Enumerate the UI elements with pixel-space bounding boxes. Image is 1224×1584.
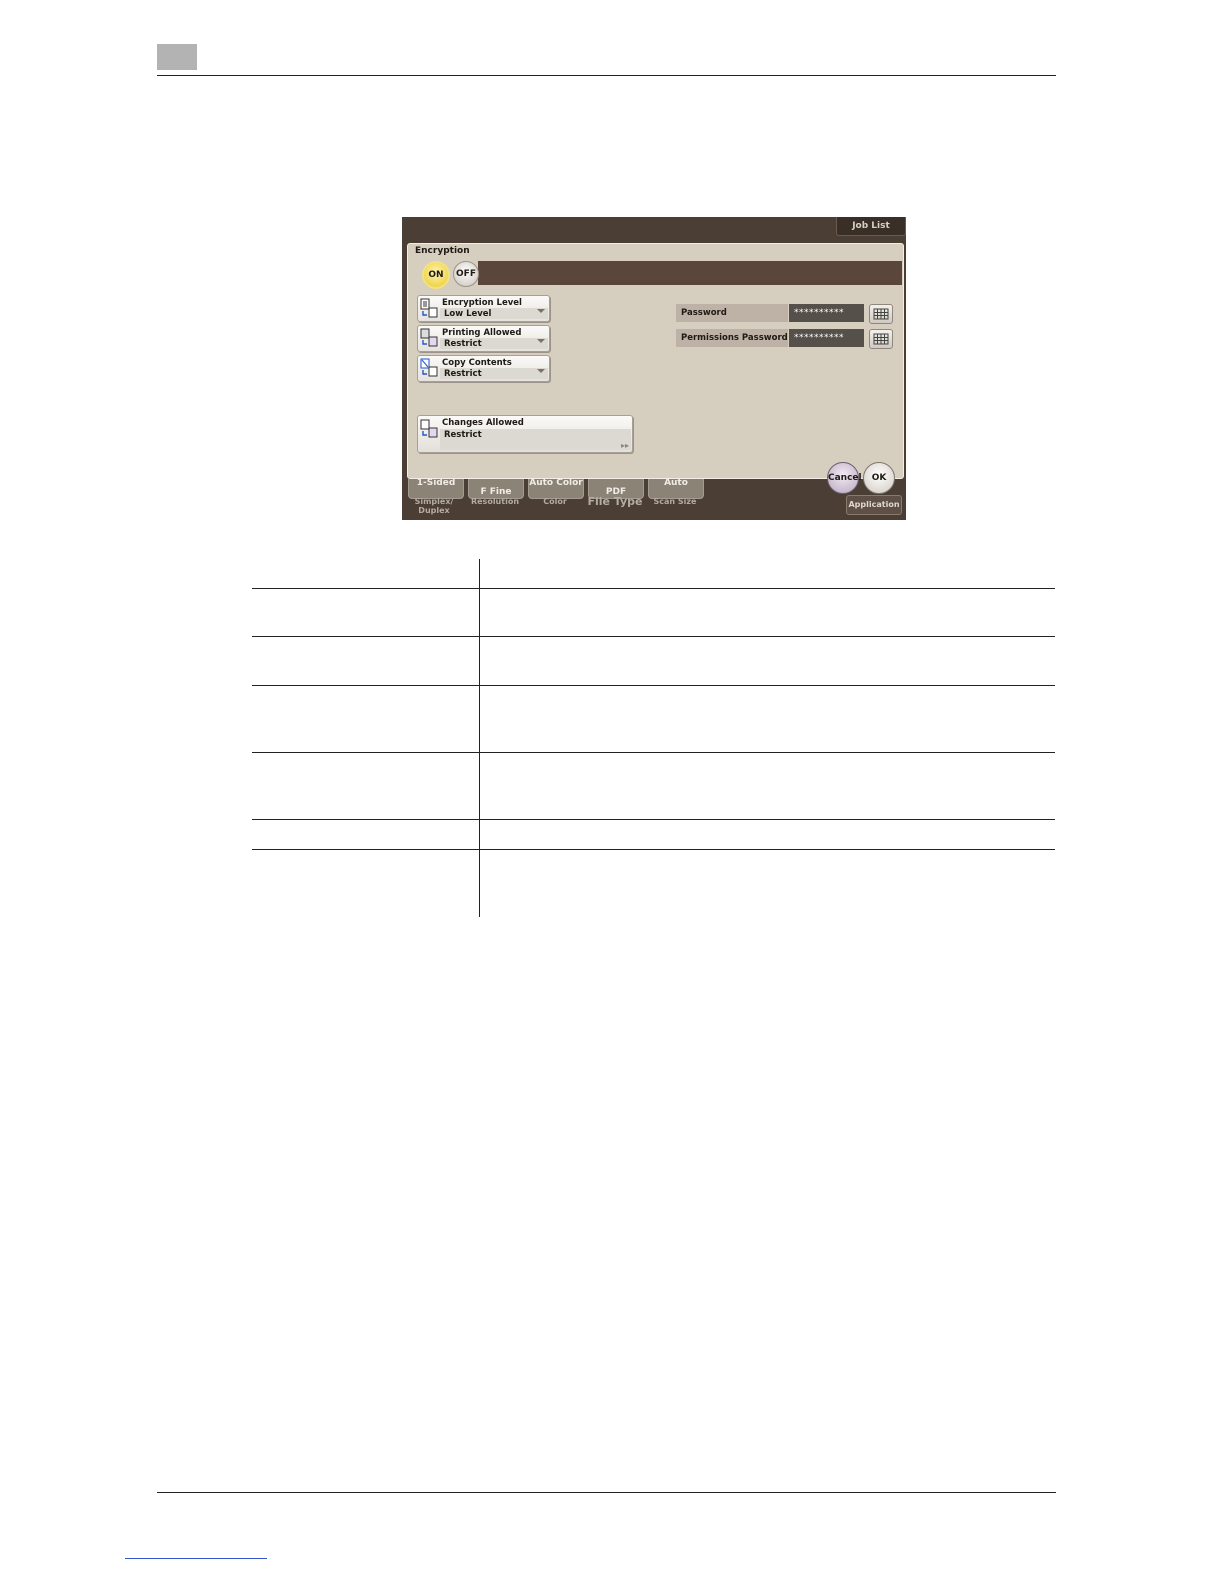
printing-allowed-label: Printing Allowed [442, 328, 522, 338]
resolution-label: Resolution [470, 497, 520, 506]
password-keyboard-button[interactable] [869, 304, 893, 324]
changes-allowed-label: Changes Allowed [442, 418, 524, 428]
chevron-down-icon [537, 339, 545, 343]
copy-contents-label: Copy Contents [442, 358, 512, 368]
copy-icon [420, 358, 438, 377]
job-list-button[interactable]: Job List [836, 217, 906, 236]
scan-size-label: Scan Size [653, 497, 697, 506]
scan-size-button[interactable]: Auto [648, 479, 704, 499]
dialog-header-bar [478, 261, 902, 285]
encryption-level-label: Encryption Level [442, 298, 522, 308]
table-row-divider [252, 819, 1055, 820]
keyboard-icon [873, 308, 889, 320]
chapter-tab [157, 44, 197, 70]
changes-allowed-value: Restrict [444, 430, 482, 440]
chevron-down-icon [537, 369, 545, 373]
header-rule [157, 75, 1056, 76]
password-label: Password [676, 304, 788, 322]
permissions-password-label: Permissions Password [676, 329, 788, 347]
dialog-title: Encryption [415, 246, 470, 256]
fast-forward-icon: ▸▸ [620, 441, 629, 450]
file-type-label: File Type [587, 495, 643, 508]
resolution-value: F Fine [480, 487, 512, 497]
footer-rule [157, 1492, 1056, 1493]
simplex-button[interactable]: 1-Sided [408, 479, 464, 499]
resolution-button[interactable]: F Fine [468, 479, 524, 499]
ok-button[interactable]: OK [863, 462, 895, 494]
application-button[interactable]: Application [846, 495, 902, 515]
panel-screen: Job List 1-Sided F Fine Auto Color PDF A… [402, 217, 906, 520]
encryption-level-dropdown[interactable]: Encryption Level Low Level [417, 295, 550, 322]
table-row-divider [252, 849, 1055, 850]
simplex-label: Simplex/ Duplex [414, 497, 454, 515]
edit-document-icon [420, 419, 438, 438]
table-row-divider [252, 636, 1055, 637]
off-button[interactable]: OFF [453, 261, 479, 287]
table-row-divider [252, 752, 1055, 753]
footer-link-underline[interactable] [125, 1558, 267, 1559]
keyboard-icon [873, 333, 889, 345]
chevron-down-icon [537, 309, 545, 313]
encryption-level-value: Low Level [444, 309, 492, 319]
copy-contents-dropdown[interactable]: Copy Contents Restrict [417, 355, 550, 382]
encryption-dialog: Encryption ON OFF Encryption Level Low L… [407, 243, 904, 479]
copy-contents-value: Restrict [444, 369, 482, 379]
cancel-button[interactable]: Cancel [827, 462, 862, 494]
changes-allowed-button[interactable]: Changes Allowed Restrict ▸▸ [417, 415, 633, 453]
password-field[interactable]: ********** [789, 304, 864, 322]
table-row-divider [252, 588, 1055, 589]
color-value: Auto Color [529, 478, 583, 488]
table-column-divider [479, 559, 480, 917]
printing-allowed-dropdown[interactable]: Printing Allowed Restrict [417, 325, 550, 352]
document-lock-icon [420, 298, 438, 318]
simplex-value: 1-Sided [416, 478, 456, 488]
color-label: Color [543, 497, 567, 506]
table-row-divider [252, 685, 1055, 686]
scan-size-value: Auto [664, 478, 688, 488]
printer-icon [420, 328, 438, 347]
on-button[interactable]: ON [422, 261, 450, 289]
printing-allowed-value: Restrict [444, 339, 482, 349]
color-button[interactable]: Auto Color [528, 479, 584, 499]
permissions-password-field[interactable]: ********** [789, 329, 864, 347]
permissions-password-keyboard-button[interactable] [869, 329, 893, 349]
